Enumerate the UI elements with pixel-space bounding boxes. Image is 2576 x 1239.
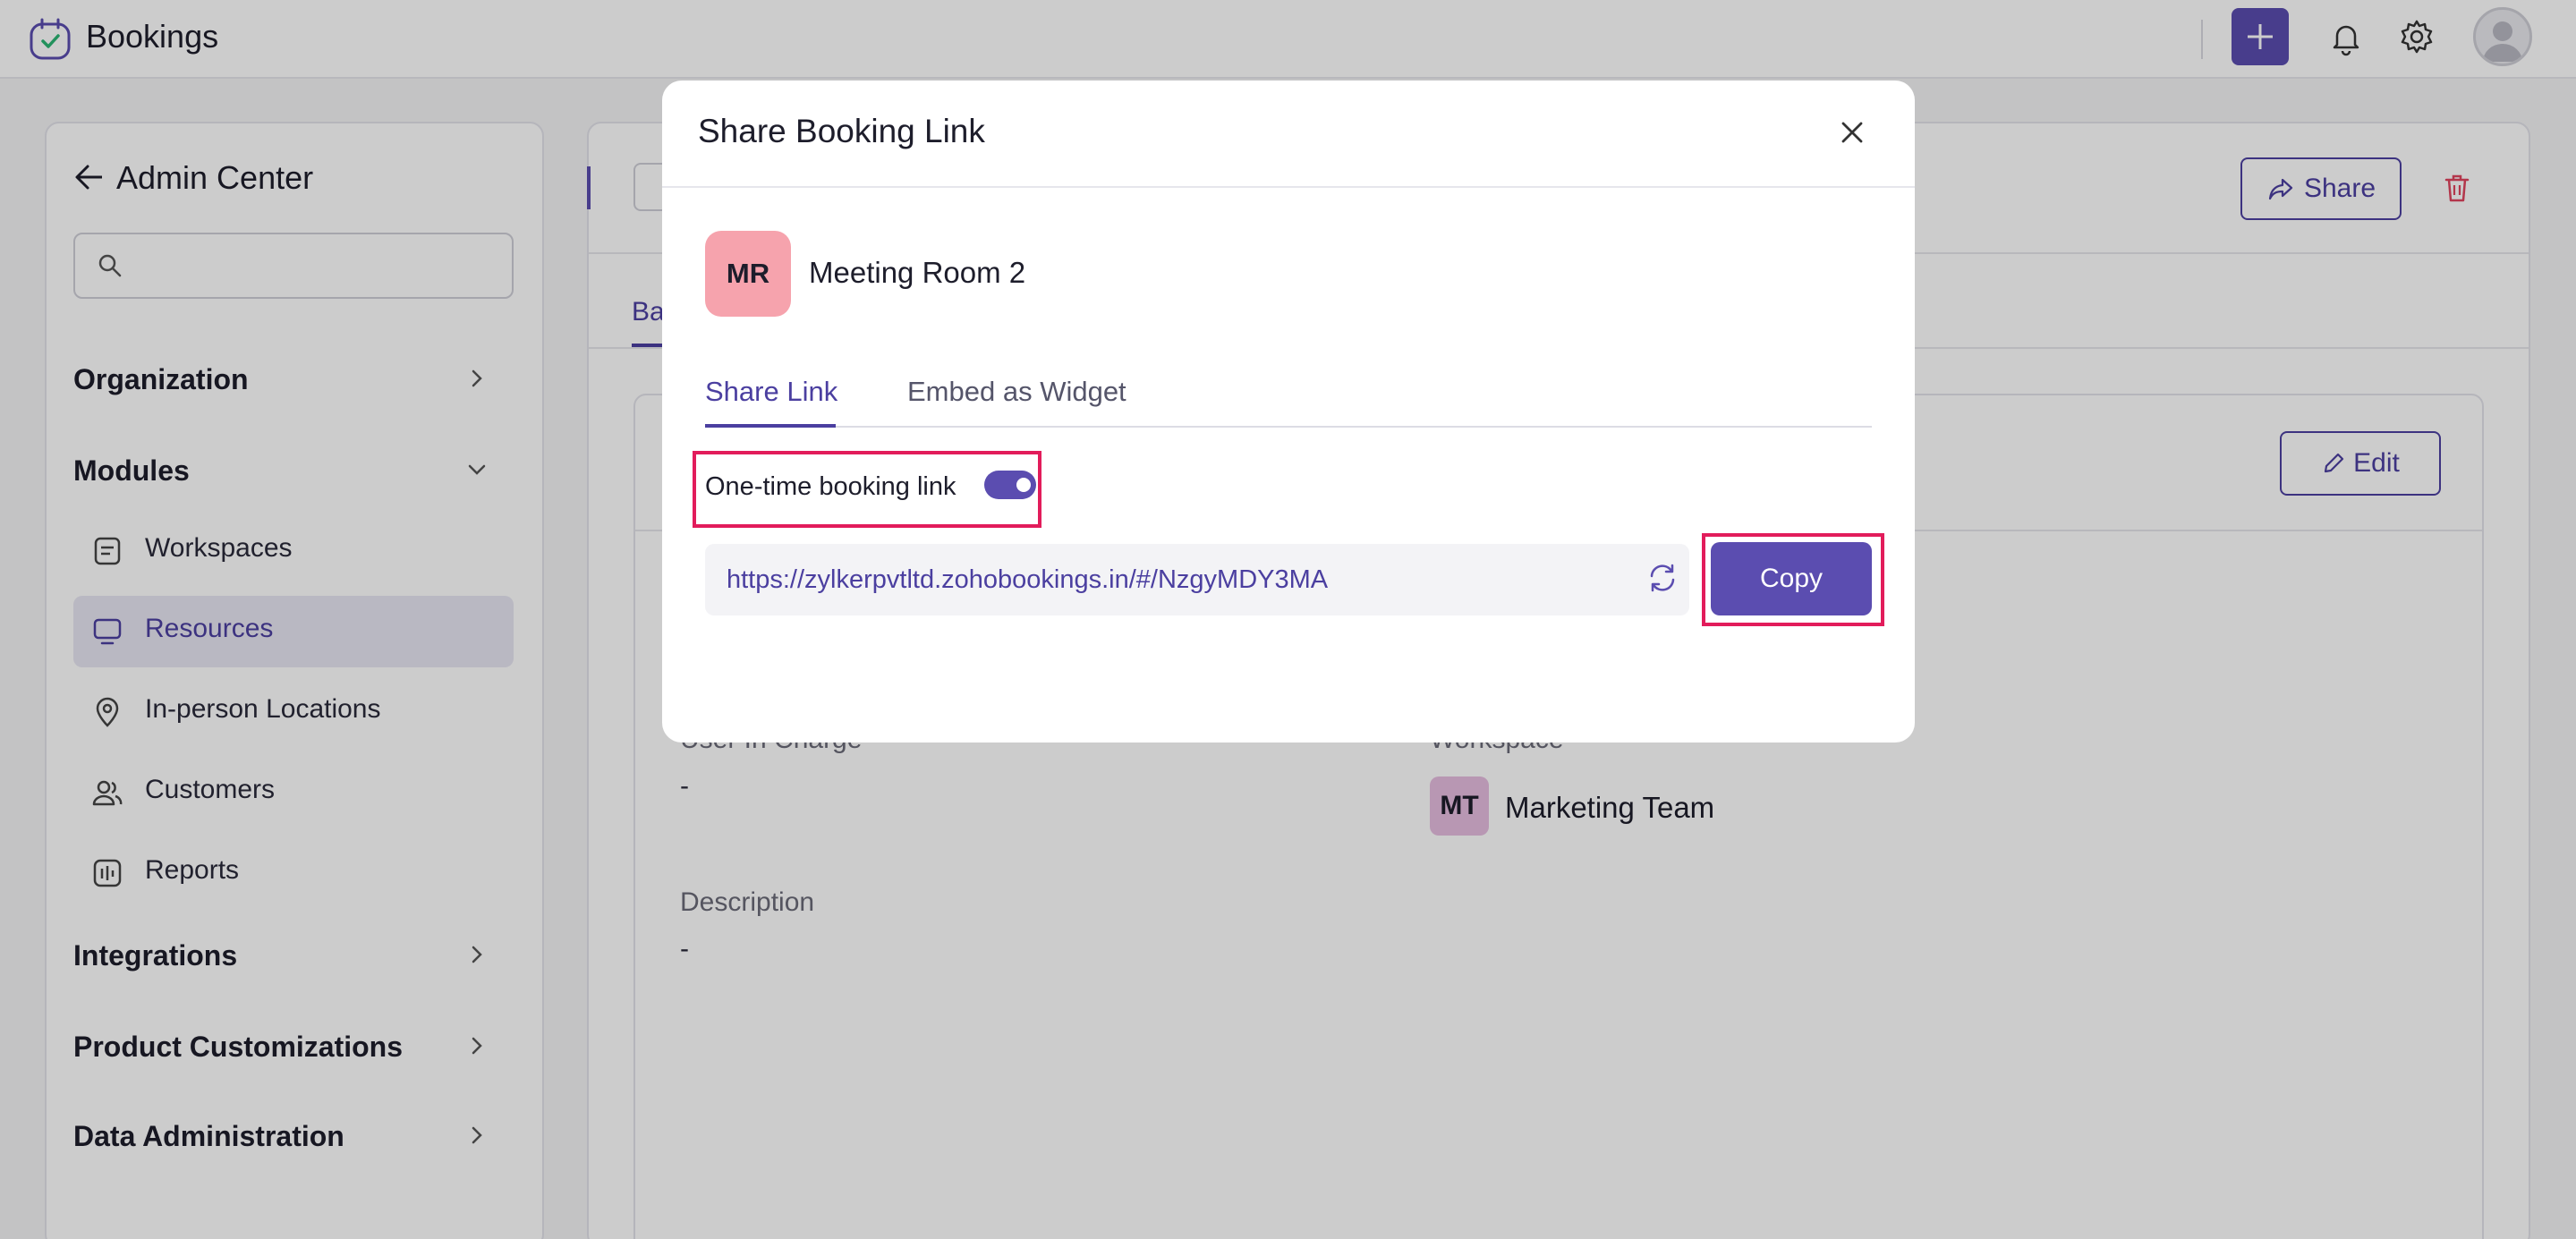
booking-link-url: https://zylkerpvtltd.zohobookings.in/#/N… — [727, 565, 1329, 594]
dialog-title: Share Booking Link — [698, 113, 985, 149]
refresh-icon[interactable] — [1645, 560, 1680, 596]
copy-button[interactable]: Copy — [1711, 542, 1872, 615]
divider — [662, 186, 1915, 188]
resource-avatar: MR — [705, 231, 791, 317]
tab-share-link[interactable]: Share Link — [705, 376, 837, 408]
tab-embed-as-widget[interactable]: Embed as Widget — [907, 376, 1126, 408]
resource-name: Meeting Room 2 — [809, 256, 1026, 289]
one-time-booking-link-toggle[interactable] — [984, 471, 1036, 499]
share-booking-link-dialog: Share Booking Link MR Meeting Room 2 Sha… — [662, 81, 1915, 743]
toggle-knob — [1016, 478, 1031, 492]
booking-link-field[interactable]: https://zylkerpvtltd.zohobookings.in/#/N… — [705, 544, 1689, 615]
one-time-booking-link-label: One-time booking link — [705, 472, 956, 501]
tab-underline — [705, 424, 836, 428]
divider — [705, 426, 1872, 428]
close-icon[interactable] — [1836, 116, 1868, 149]
